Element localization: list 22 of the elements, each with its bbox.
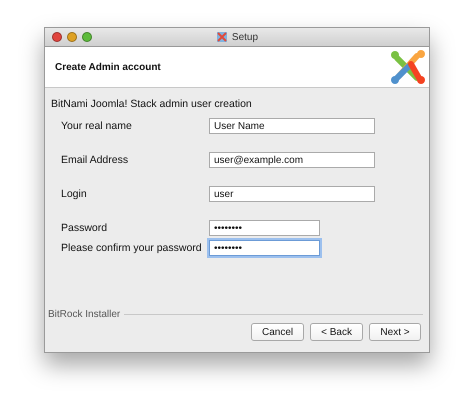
page-title: Create Admin account — [55, 62, 161, 72]
field-label: Password — [61, 222, 108, 234]
text-field[interactable]: user@example.com — [209, 152, 375, 168]
field-label: Login — [61, 188, 88, 200]
field-label: Email Address — [61, 154, 130, 166]
wizard-button[interactable]: Cancel — [251, 323, 304, 341]
wizard-button[interactable]: Next > — [369, 323, 421, 341]
installer-label: BitRock Installer — [48, 309, 120, 320]
password-field[interactable]: •••••••• — [209, 240, 320, 256]
wizard-button[interactable]: < Back — [310, 323, 363, 341]
logo-icon — [389, 48, 427, 86]
close-button[interactable] — [52, 32, 62, 42]
field-label: Please confirm your password — [61, 242, 203, 254]
window-title: Setup — [232, 32, 258, 42]
field-label: Your real name — [61, 120, 133, 132]
text-field[interactable]: User Name — [209, 118, 375, 134]
zoom-button[interactable] — [82, 32, 92, 42]
section-heading: BitNami Joomla! Stack admin user creation — [51, 98, 252, 110]
minimize-button[interactable] — [67, 32, 77, 42]
password-field[interactable]: •••••••• — [209, 220, 320, 236]
app-icon — [216, 31, 228, 43]
text-field[interactable]: user — [209, 186, 375, 202]
